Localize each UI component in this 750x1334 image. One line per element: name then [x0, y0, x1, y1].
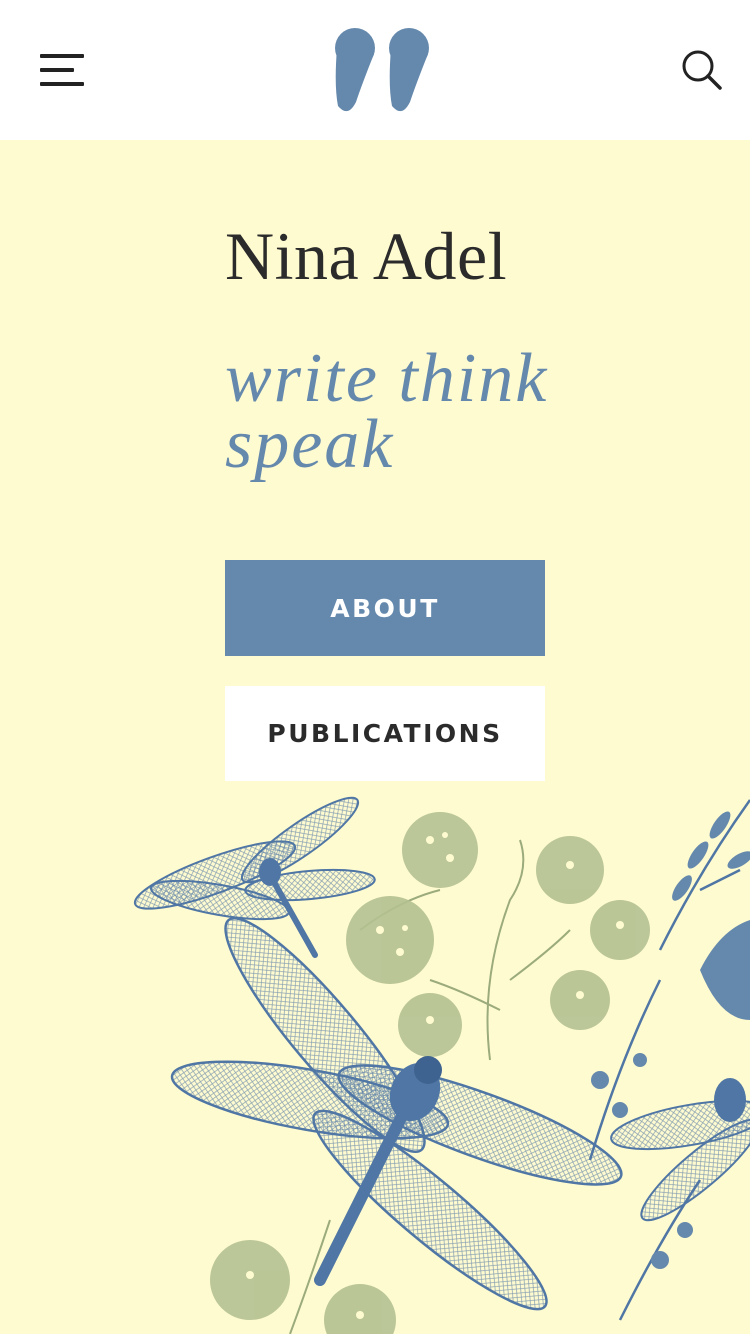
search-icon[interactable]	[680, 48, 724, 92]
site-tagline: write think speak	[225, 340, 549, 483]
publications-button[interactable]: PUBLICATIONS	[225, 686, 545, 781]
dragonfly-flowers-illustration	[133, 796, 750, 1334]
site-title: Nina Adel	[225, 218, 508, 294]
site-header	[0, 0, 750, 140]
hamburger-menu-icon[interactable]	[40, 54, 84, 86]
quotation-logo-icon[interactable]	[330, 24, 434, 116]
about-button[interactable]: ABOUT	[225, 560, 545, 656]
